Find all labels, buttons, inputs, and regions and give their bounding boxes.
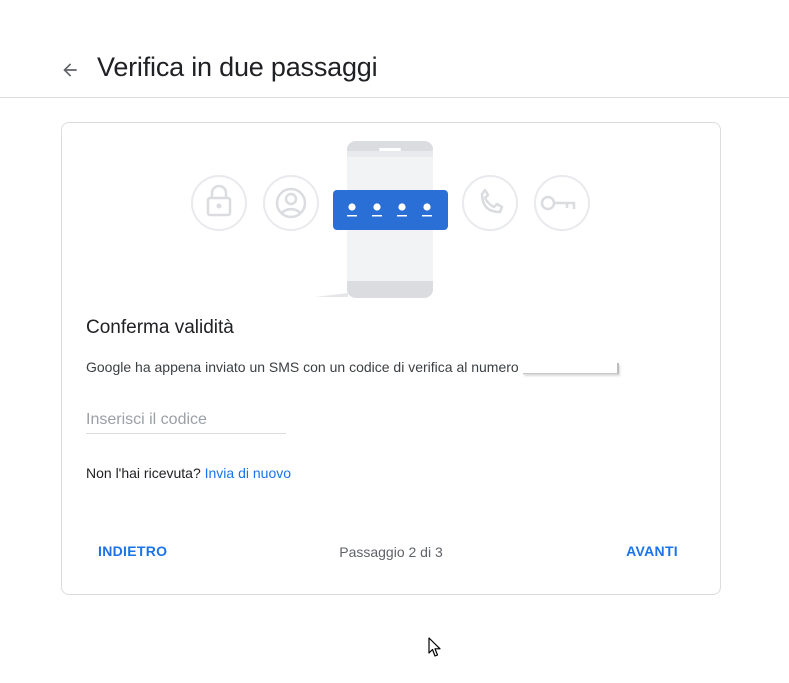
redacted-phone-number [522,362,619,374]
page-title: Verifica in due passaggi [97,52,378,82]
page-header: Verifica in due passaggi [0,0,789,98]
key-icon [534,175,590,231]
code-banner [333,190,448,230]
phone-icon [462,175,518,231]
illustration [191,141,590,298]
back-button[interactable] [56,56,84,84]
account-icon [263,175,319,231]
sms-description-text: Google ha appena inviato un SMS con un c… [86,359,519,375]
next-button[interactable]: AVANTI [614,535,690,567]
resend-link[interactable]: Invia di nuovo [205,465,291,481]
resend-row: Non l'hai ricevuta? Invia di nuovo [86,465,291,481]
card-title: Conferma validità [86,317,234,338]
verification-code-input[interactable] [86,407,286,434]
sms-description: Google ha appena inviato un SMS con un c… [86,359,619,375]
resend-prompt: Non l'hai ricevuta? [86,465,201,481]
verification-card: Conferma validità Google ha appena invia… [61,122,721,595]
arrow-back-icon [63,63,77,77]
mouse-cursor-icon [428,637,441,657]
lock-icon [191,175,247,231]
